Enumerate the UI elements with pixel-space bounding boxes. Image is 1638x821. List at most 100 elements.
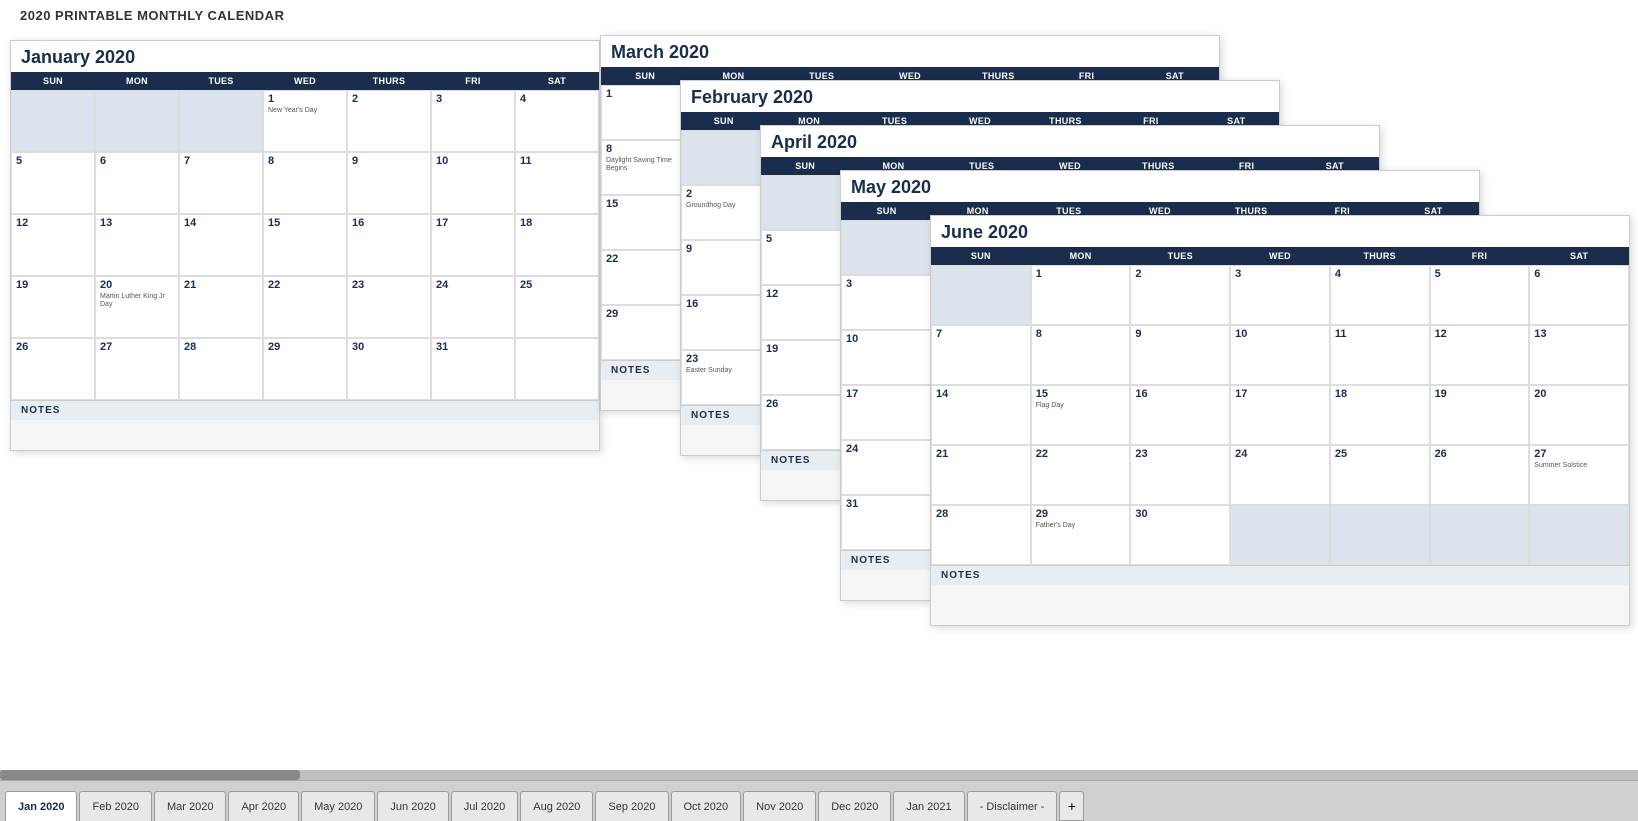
table-row: 23Easter Sunday [681,350,766,405]
june-notes-area [931,585,1629,625]
table-row [95,90,179,152]
tab-aug-2020[interactable]: Aug 2020 [520,791,593,821]
main-area: 2020 PRINTABLE MONTHLY CALENDAR January … [0,0,1638,770]
horizontal-scrollbar[interactable] [0,770,1638,780]
june-notes: NOTES [931,565,1629,585]
table-row: 11 [1330,325,1430,385]
jan-h-wed: WED [263,72,347,90]
table-row: 15Flag Day [1031,385,1131,445]
jan-h-sat: SAT [515,72,599,90]
tab-feb-2020[interactable]: Feb 2020 [79,791,151,821]
january-notes-area [11,420,599,450]
table-row: 29 [263,338,347,400]
table-row: 18 [515,214,599,276]
tab-jan-2021[interactable]: Jan 2021 [893,791,964,821]
table-row: 5 [11,152,95,214]
tab-dec-2020[interactable]: Dec 2020 [818,791,891,821]
table-row: 16 [1130,385,1230,445]
table-row: 16 [681,295,766,350]
january-grid: 1New Year's Day 2 3 4 5 6 7 8 9 10 11 12… [11,90,599,400]
table-row: 25 [1330,445,1430,505]
january-title: January 2020 [11,41,599,72]
table-row: 1New Year's Day [263,90,347,152]
table-row: 7 [931,325,1031,385]
table-row: 3 [841,275,932,330]
jan-h-fri: FRI [431,72,515,90]
jan-h-mon: MON [95,72,179,90]
table-row: 26 [11,338,95,400]
table-row: 2Groundhog Day [681,185,766,240]
table-row: 30 [347,338,431,400]
table-row: 19 [1430,385,1530,445]
may-title: May 2020 [841,171,1479,202]
table-row [841,220,932,275]
table-row: 6 [1529,265,1629,325]
table-row: 9 [1130,325,1230,385]
table-row: 2 [347,90,431,152]
table-row: 28 [931,505,1031,565]
jan-h-thu: THURS [347,72,431,90]
table-row: 10 [431,152,515,214]
table-row: 29 [601,305,689,360]
tab-may-2020[interactable]: May 2020 [301,791,375,821]
table-row: 24 [1230,445,1330,505]
table-row: 19 [761,340,849,395]
table-row: 8 [263,152,347,214]
table-row: 3 [1230,265,1330,325]
scrollbar-thumb[interactable] [0,770,300,780]
june-header: SUN MON TUES WED THURS FRI SAT [931,247,1629,265]
table-row: 10 [841,330,932,385]
jan-h-sun: SUN [11,72,95,90]
table-row: 17 [841,385,932,440]
table-row: 16 [347,214,431,276]
table-row: 22 [1031,445,1131,505]
tab-disclaimer[interactable]: - Disclaimer - [967,791,1058,821]
table-row: 5 [761,230,849,285]
table-row [515,338,599,400]
table-row: 18 [1330,385,1430,445]
table-row: 15 [601,195,689,250]
table-row: 26 [1430,445,1530,505]
tab-oct-2020[interactable]: Oct 2020 [671,791,742,821]
table-row: 3 [431,90,515,152]
table-row: 25 [515,276,599,338]
tab-jan-2020[interactable]: Jan 2020 [5,791,77,821]
table-row: 26 [761,395,849,450]
table-row: 27Summer Solstice [1529,445,1629,505]
table-row: 13 [1529,325,1629,385]
table-row: 19 [11,276,95,338]
january-notes: NOTES [11,400,599,420]
table-row: 11 [515,152,599,214]
calendar-june: June 2020 SUN MON TUES WED THURS FRI SAT… [930,215,1630,626]
table-row: 15 [263,214,347,276]
table-row: 30 [1130,505,1230,565]
table-row: 17 [1230,385,1330,445]
table-row: 17 [431,214,515,276]
table-row [11,90,95,152]
tab-apr-2020[interactable]: Apr 2020 [228,791,299,821]
jan-h-tue: TUES [179,72,263,90]
january-header: SUN MON TUES WED THURS FRI SAT [11,72,599,90]
april-title: April 2020 [761,126,1379,157]
table-row: 23 [347,276,431,338]
june-grid: 1 2 3 4 5 6 7 8 9 10 11 12 13 14 15Flag … [931,265,1629,565]
tab-nov-2020[interactable]: Nov 2020 [743,791,816,821]
table-row [931,265,1031,325]
february-title: February 2020 [681,81,1279,112]
table-row: 31 [431,338,515,400]
table-row: 4 [515,90,599,152]
table-row: 31 [841,495,932,550]
tab-mar-2020[interactable]: Mar 2020 [154,791,226,821]
table-row: 9 [347,152,431,214]
tab-jun-2020[interactable]: Jun 2020 [377,791,448,821]
table-row: 1 [1031,265,1131,325]
add-sheet-button[interactable]: + [1059,791,1084,821]
table-row: 21 [931,445,1031,505]
table-row [179,90,263,152]
table-row: 13 [95,214,179,276]
tab-jul-2020[interactable]: Jul 2020 [451,791,519,821]
table-row: 4 [1330,265,1430,325]
table-row: 2 [1130,265,1230,325]
tab-sep-2020[interactable]: Sep 2020 [595,791,668,821]
march-title: March 2020 [601,36,1219,67]
